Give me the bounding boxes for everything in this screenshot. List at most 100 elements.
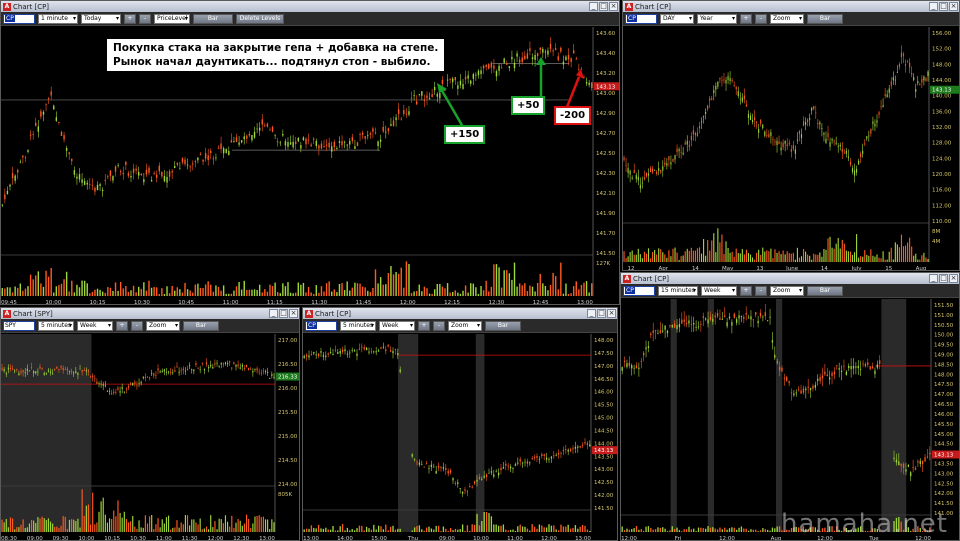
minimize-button[interactable]: _ (269, 309, 278, 318)
daily-titlebar[interactable]: A Chart [CP] _ □ × (623, 1, 959, 12)
candle-body (108, 391, 111, 393)
volume-bar (709, 250, 711, 262)
candle-body (239, 367, 241, 369)
bar-type-button[interactable]: Bar (485, 320, 521, 331)
volume-bar (245, 514, 248, 532)
candle-body (924, 457, 926, 462)
zoom-in-button[interactable]: + (124, 13, 136, 24)
interval-select[interactable]: 5 minutes (38, 320, 74, 331)
candle-body (900, 52, 903, 57)
minimize-button[interactable]: _ (587, 309, 596, 318)
zoom-in-button[interactable]: + (740, 13, 752, 24)
zoom-in-button[interactable]: + (418, 320, 430, 331)
volume-bar (130, 521, 132, 532)
cp15-price-chart[interactable]: 151.50151.00150.50150.00149.50149.00148.… (621, 299, 960, 541)
maximize-button[interactable]: □ (597, 309, 606, 318)
volume-bar (904, 245, 907, 262)
volume-bar (862, 256, 864, 262)
interval-select[interactable]: DAY (660, 13, 694, 24)
volume-bar (201, 529, 203, 532)
maximize-button[interactable]: □ (939, 274, 948, 283)
volume-bar (549, 284, 552, 296)
close-button[interactable]: × (607, 309, 616, 318)
candle-body (457, 482, 459, 484)
candle-body (100, 383, 102, 385)
volume-bar (798, 257, 801, 262)
volume-scale-label: 4M (932, 239, 940, 245)
candle-body (825, 138, 827, 144)
bar-type-button[interactable]: Bar (807, 285, 843, 296)
zoom-out-button[interactable]: - (139, 13, 151, 24)
symbol-input[interactable]: CP (623, 285, 655, 296)
y-tick-label: 148.50 (934, 362, 954, 368)
spy-price-chart[interactable]: 217.00216.50216.00215.50215.00214.50214.… (1, 334, 300, 541)
volume-bar (176, 287, 179, 296)
cp5-titlebar[interactable]: A Chart [CP] _ □ × (303, 308, 617, 319)
candle-body (208, 367, 210, 369)
maximize-button[interactable]: □ (599, 2, 608, 11)
close-button[interactable]: × (289, 309, 298, 318)
range-select[interactable]: Week (77, 320, 113, 331)
candle-body (519, 459, 521, 462)
volume-bar (132, 516, 134, 532)
volume-bar (531, 286, 534, 296)
spy-titlebar[interactable]: A Chart [SPY] _ □ × (1, 308, 299, 319)
zoom-out-button[interactable]: - (755, 13, 767, 24)
close-button[interactable]: × (949, 2, 958, 11)
range-select[interactable]: Today (81, 13, 121, 24)
close-button[interactable]: × (609, 2, 618, 11)
zoom-select[interactable]: Zoom (770, 285, 804, 296)
interval-select[interactable]: 5 minutes (340, 320, 376, 331)
volume-bar (654, 529, 657, 532)
bar-type-button[interactable]: Bar (183, 320, 219, 331)
interval-select[interactable]: 15 minutes (658, 285, 698, 296)
interval-select[interactable]: 1 minute (38, 13, 78, 24)
x-tick-label: 10:30 (130, 536, 146, 541)
bar-type-button[interactable]: Bar (193, 13, 233, 24)
zoom-out-button[interactable]: - (433, 320, 445, 331)
daily-price-chart[interactable]: 156.00152.00148.00144.00140.00136.00132.… (623, 27, 960, 271)
candle-body (526, 461, 529, 464)
x-tick-label: 14 (821, 266, 828, 271)
cp5-price-chart[interactable]: 148.00147.50147.00146.50146.00145.50145.… (303, 334, 618, 541)
delete-levels-button[interactable]: Delete Levels (236, 13, 284, 24)
symbol-input[interactable]: CP (305, 320, 337, 331)
volume-bar (581, 524, 584, 532)
zoom-in-button[interactable]: + (740, 285, 752, 296)
minimize-button[interactable]: _ (929, 2, 938, 11)
symbol-input[interactable]: CP (625, 13, 657, 24)
minimize-button[interactable]: _ (929, 274, 938, 283)
zoom-out-button[interactable]: - (131, 320, 143, 331)
volume-bar (47, 276, 50, 296)
candle-body (859, 369, 862, 371)
maximize-button[interactable]: □ (279, 309, 288, 318)
candle-body (117, 164, 119, 166)
candle-body (40, 111, 42, 117)
volume-scale-label: 127K (596, 261, 610, 267)
zoom-select[interactable]: Zoom (448, 320, 482, 331)
candle-body (658, 168, 660, 171)
candle-body (464, 76, 467, 80)
candle-body (114, 166, 117, 172)
range-select[interactable]: Year (697, 13, 737, 24)
main-titlebar[interactable]: A Chart [CP] _ □ × (1, 1, 619, 12)
range-select[interactable]: Week (379, 320, 415, 331)
minimize-button[interactable]: _ (589, 2, 598, 11)
candle-body (876, 120, 878, 123)
close-button[interactable]: × (949, 274, 958, 283)
symbol-input[interactable]: SPY (3, 320, 35, 331)
cp15-titlebar[interactable]: A Chart [CP] _ □ × (621, 273, 959, 284)
zoom-select[interactable]: Zoom (146, 320, 180, 331)
zoom-select[interactable]: Zoom (770, 13, 804, 24)
study-select[interactable]: PriceLevel (154, 13, 190, 24)
zoom-out-button[interactable]: - (755, 285, 767, 296)
symbol-input[interactable]: CP (3, 13, 35, 24)
candle-body (459, 80, 462, 86)
bar-type-button[interactable]: Bar (807, 13, 843, 24)
zoom-in-button[interactable]: + (116, 320, 128, 331)
range-select[interactable]: Week (701, 285, 737, 296)
candle-body (743, 95, 745, 100)
maximize-button[interactable]: □ (939, 2, 948, 11)
volume-bar (262, 516, 264, 532)
candle-body (707, 105, 709, 110)
